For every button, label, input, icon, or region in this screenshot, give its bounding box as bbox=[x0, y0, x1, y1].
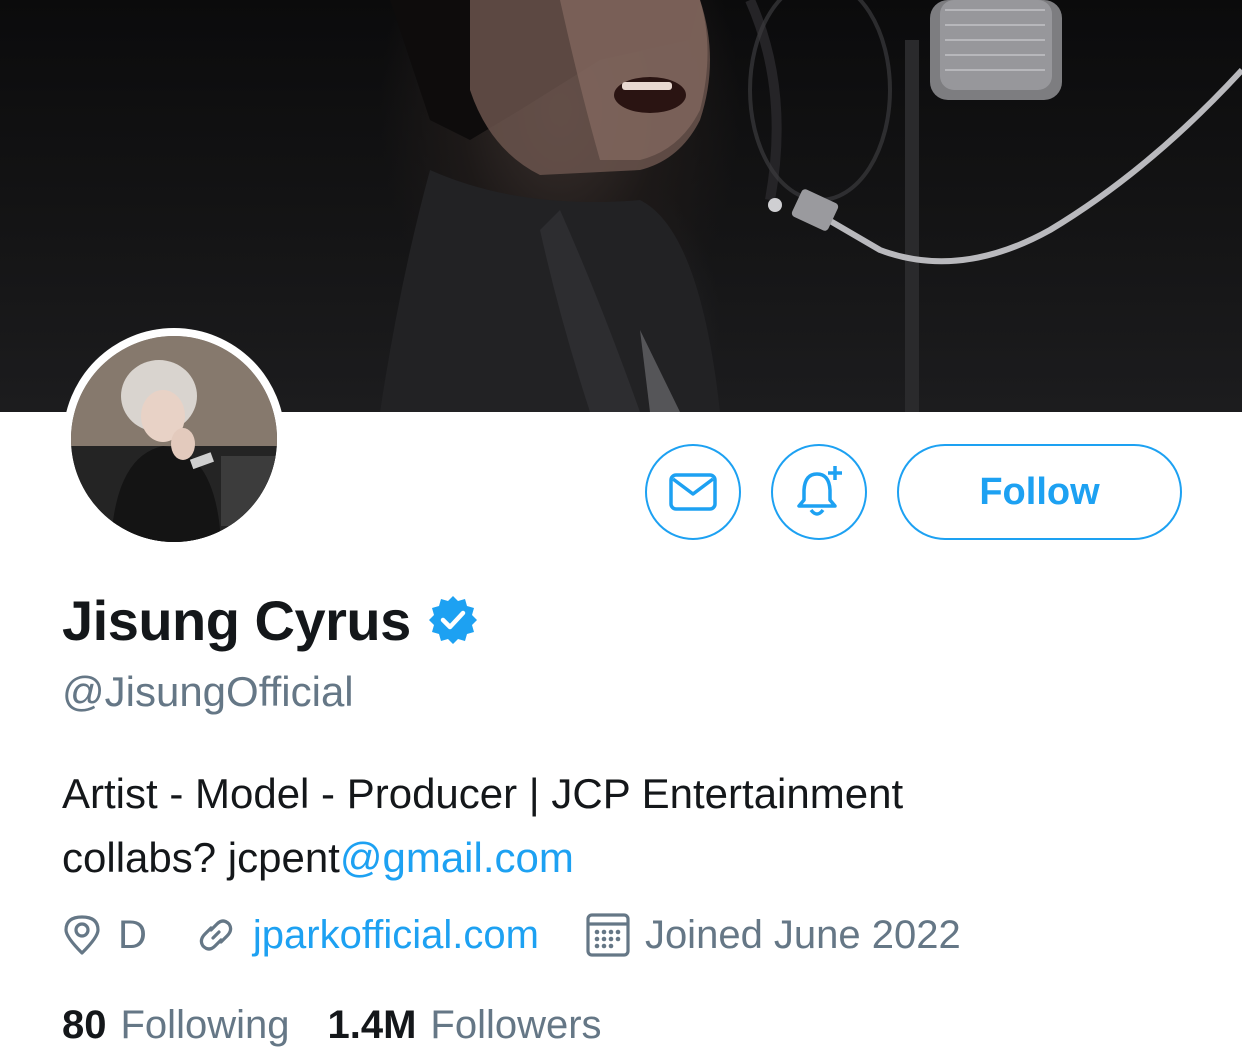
message-button[interactable] bbox=[645, 444, 741, 540]
bio-line: collabs? jcpent@gmail.com bbox=[62, 826, 903, 890]
website-item[interactable]: jparkofficial.com bbox=[193, 912, 539, 958]
followers-count: 1.4M bbox=[327, 1002, 417, 1047]
envelope-icon bbox=[669, 473, 717, 511]
profile-stats: 80 Following 1.4M Followers bbox=[62, 1000, 640, 1050]
bell-plus-icon bbox=[797, 466, 842, 516]
calendar-icon bbox=[586, 913, 630, 957]
notifications-button[interactable] bbox=[771, 444, 867, 540]
followers-label: Followers bbox=[430, 1002, 602, 1047]
profile-avatar[interactable] bbox=[63, 328, 285, 550]
following-stat[interactable]: 80 Following bbox=[62, 1003, 289, 1048]
location-text: D bbox=[118, 912, 147, 957]
bio-line: Artist - Model - Producer | JCP Entertai… bbox=[62, 770, 904, 817]
profile-page: Follow Jisung Cyrus @JisungOfficial Arti… bbox=[0, 0, 1242, 1062]
location-pin-icon bbox=[64, 915, 100, 955]
following-label: Following bbox=[120, 1002, 290, 1047]
following-count: 80 bbox=[62, 1002, 107, 1047]
profile-bio: Artist - Model - Producer | JCP Entertai… bbox=[62, 762, 903, 890]
follow-button[interactable]: Follow bbox=[897, 444, 1182, 540]
profile-handle: @JisungOfficial bbox=[62, 668, 354, 715]
joined-item: Joined June 2022 bbox=[585, 912, 961, 958]
link-icon bbox=[199, 919, 233, 951]
followers-stat[interactable]: 1.4M Followers bbox=[327, 1003, 601, 1048]
bio-email-link[interactable]: @gmail.com bbox=[340, 834, 574, 881]
profile-name-row: Jisung Cyrus bbox=[62, 585, 479, 655]
verified-badge-icon bbox=[428, 596, 477, 644]
display-name: Jisung Cyrus bbox=[62, 588, 411, 652]
bio-text: collabs? jcpent bbox=[62, 834, 340, 881]
profile-meta: D jparkofficial.com Joined June 2022 bbox=[60, 908, 1007, 962]
joined-text: Joined June 2022 bbox=[644, 912, 961, 957]
website-link[interactable]: jparkofficial.com bbox=[253, 913, 539, 958]
location-item: D bbox=[60, 913, 147, 958]
avatar-photo bbox=[71, 336, 277, 542]
